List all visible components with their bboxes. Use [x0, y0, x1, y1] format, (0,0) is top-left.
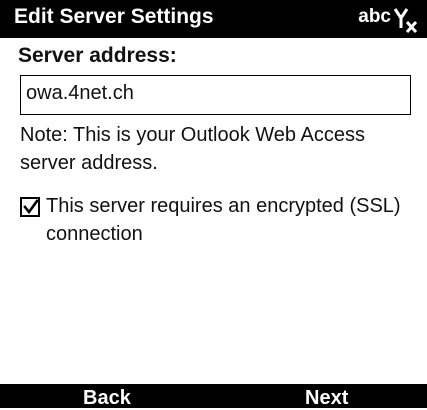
page-title: Edit Server Settings: [14, 5, 214, 28]
next-softkey[interactable]: Next: [305, 387, 348, 410]
back-softkey[interactable]: Back: [83, 387, 131, 410]
server-address-label: Server address:: [18, 44, 177, 67]
server-address-note: Note: This is your Outlook Web Access se…: [20, 124, 365, 174]
checkmark-icon: [23, 199, 39, 215]
server-address-value: owa.4net.ch: [26, 82, 134, 104]
ssl-checkbox-label: This server requires an encrypted (SSL) …: [46, 195, 401, 245]
input-mode-indicator: abc: [358, 6, 391, 27]
ssl-checkbox[interactable]: [20, 197, 40, 217]
server-address-input[interactable]: owa.4net.ch: [20, 75, 411, 115]
signal-off-icon: [393, 8, 418, 34]
title-bar: Edit Server Settings abc: [0, 0, 427, 38]
softkey-bar: Back Next: [0, 384, 427, 410]
